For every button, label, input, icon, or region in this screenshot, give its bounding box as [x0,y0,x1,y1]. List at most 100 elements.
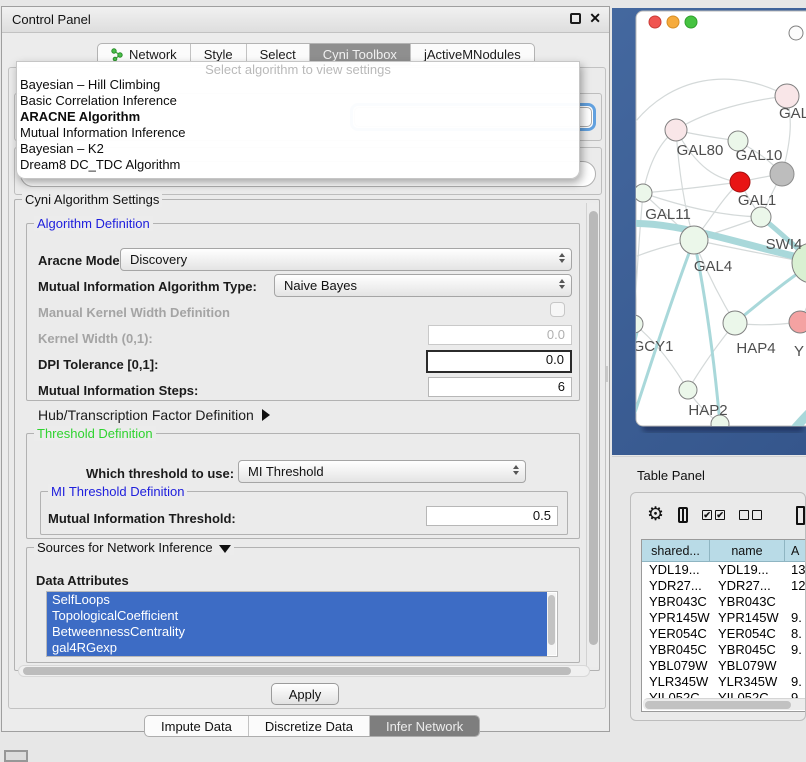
cell-shared-name: YBR045C [642,642,710,658]
cell-name: YBL079W [710,658,785,674]
attribute-list-item[interactable]: SelfLoops [47,592,547,608]
gear-icon[interactable]: ⚙ [647,505,664,525]
document-icon[interactable] [796,506,805,525]
deselect-all-icon[interactable] [739,510,762,520]
mac-minimize-button[interactable] [667,16,679,28]
mac-close-button[interactable] [649,16,661,28]
algorithm-dropdown-item[interactable]: Bayesian – Hill Climbing [17,77,579,93]
table-row[interactable]: YDL19... YDL19... 13 [642,562,806,578]
cell-shared-name: YLR345W [642,674,710,690]
tab-network-label: Network [129,47,177,62]
algorithm-dropdown-item[interactable]: Basic Correlation Inference [17,93,579,109]
table-row[interactable]: YBL079W YBL079W [642,658,806,674]
algorithm-dropdown-item[interactable]: Bayesian – K2 [17,141,579,157]
cell-name: YDR27... [710,578,785,594]
which-threshold-value: MI Threshold [248,464,324,479]
algorithm-name: ARACNE Algorithm [20,109,140,124]
apply-button[interactable]: Apply [271,683,339,705]
threshold-definition-title: Threshold Definition [34,426,156,441]
attribute-list-item[interactable]: BetweennessCentrality [47,624,547,640]
float-window-icon[interactable] [570,13,581,24]
cell-shared-name: YDR27... [642,578,710,594]
column-header-shared-name[interactable]: shared... [642,540,710,561]
mi-steps-field[interactable]: 6 [428,377,572,397]
columns-icon[interactable] [678,507,688,523]
node-gal11[interactable] [634,184,652,202]
cell-value: 9. [785,642,806,658]
node-gal4[interactable] [680,226,708,254]
algorithm-dropdown-item[interactable]: Dream8 DC_TDC Algorithm [17,157,579,173]
node-red-selected[interactable] [730,172,750,192]
kernel-width-label: Kernel Width (0,1): [38,331,153,346]
algorithm-name: Bayesian – K2 [20,141,104,156]
close-icon[interactable]: ✕ [589,13,601,24]
column-header-partial[interactable]: A [785,540,806,561]
cyni-algorithm-settings-title: Cyni Algorithm Settings [22,192,162,207]
select-all-icon[interactable]: ✔✔ [702,510,725,520]
tab-style-label: Style [204,47,233,62]
tab-cyni-toolbox-label: Cyni Toolbox [323,47,397,62]
algorithm-dropdown-item[interactable]: Mutual Information Inference [17,125,579,141]
algorithm-definition-title: Algorithm Definition [34,216,153,231]
label-gcy1: GCY1 [633,338,674,355]
column-header-name[interactable]: name [710,540,785,561]
tab-discretize-data[interactable]: Discretize Data [249,716,370,736]
algorithm-name: Mutual Information Inference [20,125,185,140]
algorithm-dropdown-item[interactable]: ARACNE Algorithm [17,109,579,125]
mi-type-combobox[interactable]: Naive Bayes [274,274,572,297]
node-gcy1[interactable] [625,315,643,333]
node-unlabeled-top[interactable] [789,26,803,40]
algorithm-name: Dream8 DC_TDC Algorithm [20,157,180,172]
node-hap2[interactable] [679,381,697,399]
table-row[interactable]: YLR345W YLR345W 9. [642,674,806,690]
label-gal11: GAL11 [645,206,691,223]
manual-kernel-checkbox[interactable] [550,302,565,317]
attribute-list-item[interactable]: gal4RGexp [47,640,547,656]
cell-shared-name: YER054C [642,626,710,642]
node-table: shared... name A YDL19... YDL19... 13 YD… [641,539,806,712]
algorithm-name: Basic Correlation Inference [20,93,177,108]
table-row[interactable]: YPR145W YPR145W 9. [642,610,806,626]
tab-jactivemnodules-label: jActiveMNodules [424,47,521,62]
which-threshold-combobox[interactable]: MI Threshold [238,460,526,483]
node-gal1[interactable] [751,207,771,227]
data-attributes-label: Data Attributes [36,573,129,588]
cell-shared-name: YDL19... [642,562,710,578]
algorithm-name: Bayesian – Hill Climbing [20,77,160,92]
tab-infer-network[interactable]: Infer Network [370,716,479,736]
mi-threshold-field[interactable]: 0.5 [426,506,558,526]
node-hap4[interactable] [723,311,747,335]
attribute-list-item[interactable]: TopologicalCoefficient [47,608,547,624]
cell-value: 9. [785,610,806,626]
node-gal80[interactable] [665,119,687,141]
label-gal-partial: GAL [779,105,806,122]
kernel-width-field[interactable]: 0.0 [428,325,572,345]
algorithm-dropdown: Select algorithm to view settings Bayesi… [16,61,580,179]
sources-group-title[interactable]: Sources for Network Inference [34,540,234,555]
table-horizontal-scrollbar[interactable] [643,698,806,710]
aracne-mode-combobox[interactable]: Discovery [120,248,572,271]
hub-section-toggle[interactable]: Hub/Transcription Factor Definition [38,407,270,423]
mi-type-label: Mutual Information Algorithm Type: [38,279,257,294]
table-row[interactable]: YBR045C YBR045C 9. [642,642,806,658]
cell-name: YDL19... [710,562,785,578]
table-row[interactable]: YER054C YER054C 8. [642,626,806,642]
mac-zoom-button[interactable] [685,16,697,28]
label-swi4: SWI4 [766,236,803,253]
attribute-list-scrollbar[interactable] [547,593,556,655]
node-gray[interactable] [770,162,794,186]
node-salmon[interactable] [789,311,806,333]
label-hap4: HAP4 [736,340,775,357]
tab-impute-data[interactable]: Impute Data [145,716,249,736]
table-row[interactable]: YBR043C YBR043C [642,594,806,610]
table-row[interactable]: YDR27... YDR27... 12 [642,578,806,594]
cell-shared-name: YBL079W [642,658,710,674]
network-canvas[interactable]: GAL80 GAL10 GAL1 GAL11 SWI4 GAL4 GCY1 HA… [612,8,806,455]
table-toolbar: ⚙ ✔✔ [631,493,805,537]
dpi-tolerance-field[interactable]: 0.0 [426,350,572,373]
attribute-name: SelfLoops [52,592,110,607]
settings-vertical-scrollbar[interactable] [586,203,599,667]
settings-horizontal-scrollbar[interactable] [18,665,590,677]
minimized-widget-icon[interactable] [4,750,28,762]
data-attributes-list: SelfLoopsTopologicalCoefficientBetweenne… [46,591,558,657]
